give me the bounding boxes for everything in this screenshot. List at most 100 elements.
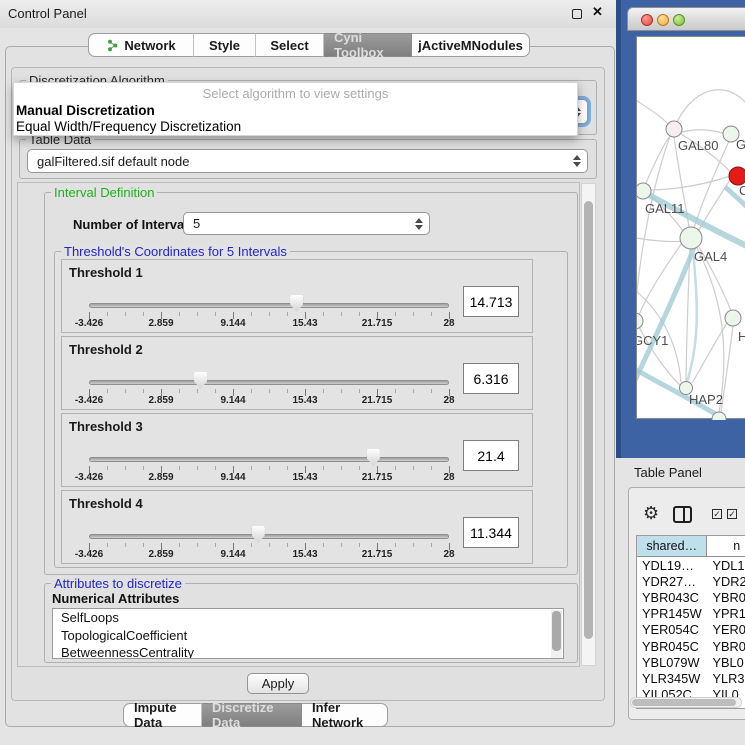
scrollbar-thumb[interactable] xyxy=(584,201,593,639)
tab-impute-data[interactable]: Impute Data xyxy=(123,703,202,727)
network-view-window: GAL80GALCGAL11GAL4GCY1HHAP2 xyxy=(627,7,745,455)
control-panel-tabs: NetworkStyle Select Cyni ToolboxjActiveMNo… xyxy=(88,33,530,57)
threshold-label: Threshold 4 xyxy=(69,496,143,511)
settings-vertical-scrollbar[interactable] xyxy=(581,183,596,666)
threshold-slider-track[interactable] xyxy=(89,380,449,385)
slider-tick xyxy=(323,543,324,547)
threshold-slider-thumb[interactable] xyxy=(290,295,303,312)
dropdown-option-equal-width[interactable]: Equal Width/Frequency Discretization xyxy=(16,119,241,134)
tab-label: Select xyxy=(270,38,308,53)
minimize-light[interactable] xyxy=(657,14,669,26)
threshold-slider-track[interactable] xyxy=(89,534,449,539)
threshold-value-field[interactable]: 21.4 xyxy=(463,440,519,471)
table-row[interactable]: YBR045CYBR0 xyxy=(637,638,745,654)
network-node-GCY1[interactable] xyxy=(637,313,643,329)
table-row[interactable]: YLR345WYLR3 xyxy=(637,670,745,686)
table-cell: YLR3 xyxy=(707,671,745,686)
threshold-value-field[interactable]: 14.713 xyxy=(463,286,519,317)
network-node-label: C xyxy=(739,183,745,198)
float-window-icon[interactable] xyxy=(572,9,582,19)
scrollbar-thumb[interactable] xyxy=(552,611,561,651)
tab-select[interactable]: Select xyxy=(256,33,324,57)
screen: Control Panel ✕ NetworkStyleSelectCyni T… xyxy=(0,0,745,745)
table-row[interactable]: YER054CYER0 xyxy=(637,622,745,638)
network-node-label: GAL xyxy=(736,137,745,152)
slider-tick xyxy=(269,312,270,316)
slider-tick-label: 28 xyxy=(443,395,454,406)
scrollbar-thumb[interactable] xyxy=(632,699,736,706)
table-data-value: galFiltered.sif default node xyxy=(37,154,189,169)
attribute-list-item[interactable]: SelfLoops xyxy=(53,609,563,627)
split-columns-icon[interactable] xyxy=(673,506,692,523)
network-canvas[interactable]: GAL80GALCGAL11GAL4GCY1HHAP2 xyxy=(636,36,745,419)
tab-label: Impute Data xyxy=(134,700,191,730)
node-attribute-table[interactable]: shared…n YDL19…YDL1YDR27…YDR2YBR043CYBR0… xyxy=(636,535,745,709)
network-node-GAL4[interactable] xyxy=(680,227,702,249)
threshold-slider-thumb[interactable] xyxy=(367,449,380,466)
slider-tick-label: -3.426 xyxy=(75,318,103,329)
slider-tick-label: 28 xyxy=(443,472,454,483)
combo-stepper-icon xyxy=(573,155,581,167)
threshold-panel-3: Threshold 3-3.4262.8599.14415.4321.71528… xyxy=(61,413,533,487)
tab-style[interactable]: Style xyxy=(194,33,256,57)
network-node-GAL80[interactable] xyxy=(666,121,682,137)
number-of-intervals-select[interactable]: 5 xyxy=(183,212,430,235)
apply-button[interactable]: Apply xyxy=(247,673,309,694)
tab-jactivemnodules[interactable]: jActiveMNodules xyxy=(412,33,530,57)
thresholds-group-title: Threshold's Coordinates for 5 Intervals xyxy=(61,244,290,259)
table-row[interactable]: YBL079WYBL0 xyxy=(637,654,745,670)
threshold-value-field[interactable]: 6.316 xyxy=(463,363,519,394)
attributes-scrollbar[interactable] xyxy=(551,610,562,658)
slider-tick xyxy=(431,543,432,547)
threshold-slider-track[interactable] xyxy=(89,303,449,308)
network-node-H[interactable] xyxy=(725,310,741,326)
checkbox-icon[interactable]: ✓ xyxy=(712,509,722,519)
slider-tick xyxy=(215,312,216,316)
table-row[interactable]: YDL19…YDL1 xyxy=(637,557,745,573)
table-horizontal-scrollbar[interactable] xyxy=(630,697,742,708)
slider-tick xyxy=(179,312,180,316)
slider-tick xyxy=(341,312,342,316)
slider-tick xyxy=(143,312,144,316)
table-row[interactable]: YDR27…YDR2 xyxy=(637,573,745,589)
numerical-attributes-heading: Numerical Attributes xyxy=(52,591,179,606)
slider-tick xyxy=(179,389,180,393)
table-row[interactable]: YBR043CYBR0 xyxy=(637,589,745,605)
threshold-slider-thumb[interactable] xyxy=(252,526,265,543)
slider-tick xyxy=(413,466,414,470)
threshold-slider-track[interactable] xyxy=(89,457,449,462)
threshold-value-field[interactable]: 11.344 xyxy=(463,517,519,548)
network-node-label: GAL11 xyxy=(645,201,685,216)
tab-infer-network[interactable]: Infer Network xyxy=(302,703,388,727)
tab-discretize-data[interactable]: Discretize Data xyxy=(202,703,302,727)
slider-tick xyxy=(107,389,108,393)
slider-tick xyxy=(287,312,288,316)
network-node-GAL11[interactable] xyxy=(637,183,651,199)
dropdown-option-manual[interactable]: Manual Discretization xyxy=(16,103,155,118)
table-header-row: shared…n xyxy=(637,536,745,557)
numerical-attributes-list[interactable]: SelfLoopsTopologicalCoefficientBetweenne… xyxy=(52,608,564,659)
slider-tick xyxy=(323,312,324,316)
tab-network[interactable]: Network xyxy=(88,33,194,57)
slider-tick xyxy=(431,466,432,470)
close-icon[interactable]: ✕ xyxy=(592,4,603,20)
checkbox-icon[interactable]: ✓ xyxy=(727,509,737,519)
threshold-label: Threshold 3 xyxy=(69,419,143,434)
table-data-select[interactable]: galFiltered.sif default node xyxy=(27,149,588,173)
tab-cyni-toolbox[interactable]: Cyni Toolbox xyxy=(324,33,412,57)
attribute-list-item[interactable]: BetweennessCentrality xyxy=(53,644,563,659)
slider-tick xyxy=(359,543,360,547)
attribute-list-item[interactable]: TopologicalCoefficient xyxy=(53,627,563,645)
slider-tick xyxy=(323,389,324,393)
network-window-titlebar[interactable] xyxy=(627,7,745,31)
slider-tick xyxy=(287,466,288,470)
slider-tick xyxy=(395,312,396,316)
slider-tick xyxy=(287,543,288,547)
gear-icon[interactable]: ⚙ xyxy=(643,503,659,524)
table-row[interactable]: YPR145WYPR1 xyxy=(637,606,745,622)
threshold-slider-thumb[interactable] xyxy=(194,372,207,389)
table-column-header[interactable]: shared… xyxy=(637,536,707,556)
zoom-light[interactable] xyxy=(673,14,685,26)
close-light[interactable] xyxy=(641,14,653,26)
table-column-header[interactable]: n xyxy=(707,536,745,556)
